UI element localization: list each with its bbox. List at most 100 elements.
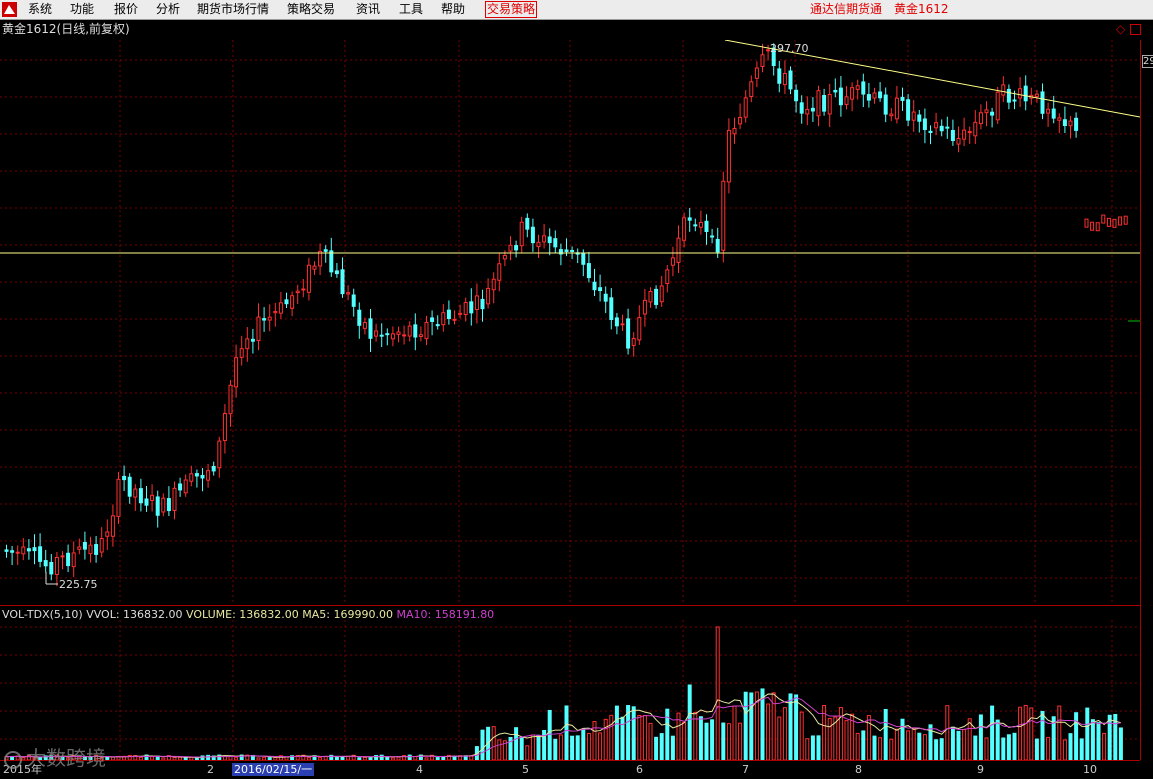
volume-bar [497, 739, 502, 761]
candle-body [368, 318, 373, 339]
volume-chart[interactable] [0, 620, 1140, 761]
candle-body [71, 552, 76, 568]
volume-bar [519, 737, 524, 761]
candle-body [682, 217, 687, 241]
candle-body [502, 255, 507, 260]
candle-body [1106, 217, 1111, 227]
candle-body [861, 81, 866, 95]
candle-body [592, 281, 597, 291]
price-chart[interactable]: 297.70 225.75 [0, 40, 1140, 605]
volume-bar [715, 626, 720, 761]
candle-body [939, 125, 944, 132]
candle-body [514, 245, 519, 251]
candle-body [66, 552, 71, 567]
candle-body [116, 478, 121, 517]
price-chart-svg [0, 40, 1140, 605]
candle-body [525, 217, 530, 230]
menu-analysis[interactable]: 分析 [156, 2, 180, 17]
candle-body [1023, 85, 1028, 102]
candle-body [166, 498, 171, 512]
candle-body [189, 473, 194, 482]
candle-body [659, 285, 664, 303]
volume-bar [749, 692, 754, 761]
candle-body [816, 90, 821, 117]
candle-body [1101, 214, 1106, 224]
candle-body [995, 91, 1000, 121]
right-price-scale[interactable]: 29 [1140, 40, 1153, 760]
menu-strategy-trading[interactable]: 策略交易 [287, 2, 335, 17]
candle-body [911, 111, 916, 121]
candle-body [54, 556, 59, 575]
candle-body [497, 263, 502, 281]
candle-body [273, 311, 278, 314]
candle-body [654, 288, 659, 305]
candle-body [530, 226, 535, 244]
candle-body [256, 316, 261, 342]
volume-bar [1096, 722, 1101, 761]
volume-bar [872, 735, 877, 761]
candle-body [676, 237, 681, 263]
volume-bar [654, 736, 659, 761]
candle-body [581, 253, 586, 265]
candle-body [726, 129, 731, 183]
candle-body [441, 312, 446, 326]
volume-bar [525, 745, 530, 761]
candle-body [374, 330, 379, 337]
candle-body [642, 299, 647, 315]
menu-tools[interactable]: 工具 [399, 2, 423, 17]
candle-body [463, 302, 468, 315]
candle-body [127, 476, 132, 497]
menu-trade-strategy[interactable]: 交易策略 [485, 1, 538, 18]
candle-body [340, 269, 345, 295]
candle-body [760, 54, 765, 67]
window-box-icon[interactable] [1130, 24, 1141, 35]
volume-bar [939, 738, 944, 761]
volume-bar [861, 730, 866, 761]
candle-body [950, 130, 955, 142]
candle-body [1112, 218, 1117, 228]
candle-body [217, 440, 222, 469]
diamond-icon[interactable]: ◇ [1116, 22, 1125, 36]
candle-body [206, 470, 211, 481]
volume-bar [777, 716, 782, 761]
candle-body [306, 264, 311, 293]
candle-body [15, 551, 20, 554]
candle-body [749, 81, 754, 98]
volume-bar [642, 715, 647, 761]
menu-futures-market[interactable]: 期货市场行情 [197, 2, 269, 17]
candle-body [743, 97, 748, 118]
candle-body [312, 265, 317, 270]
candle-body [1018, 88, 1023, 99]
candle-body [245, 338, 250, 350]
volume-bar [794, 694, 799, 761]
candle-body [138, 488, 143, 504]
candle-body [424, 321, 429, 340]
candle-body [1123, 215, 1128, 225]
candle-body [917, 114, 922, 122]
volume-bar [956, 730, 961, 761]
candle-body [10, 550, 15, 553]
volume-bar [906, 730, 911, 761]
menu-help[interactable]: 帮助 [441, 2, 465, 17]
candle-body [564, 249, 569, 252]
menu-system[interactable]: 系统 [28, 2, 52, 17]
candle-body [43, 560, 48, 567]
candle-body [390, 333, 395, 340]
candle-body [60, 555, 65, 558]
candle-body [458, 312, 463, 315]
candle-body [990, 111, 995, 116]
menu-quote[interactable]: 报价 [114, 2, 138, 17]
candle-body [973, 121, 978, 137]
candle-body [407, 325, 412, 337]
menu-news[interactable]: 资讯 [356, 2, 380, 17]
volume-bar [973, 735, 978, 761]
instrument-name: 黄金1612 [894, 2, 949, 16]
volume-bar [1090, 719, 1095, 761]
volume-bar [732, 705, 737, 761]
menu-function[interactable]: 功能 [70, 2, 94, 17]
candle-body [1040, 91, 1045, 114]
candle-body [906, 99, 911, 121]
candle-body [519, 221, 524, 247]
candle-body [1046, 108, 1051, 114]
candle-body [900, 96, 905, 101]
